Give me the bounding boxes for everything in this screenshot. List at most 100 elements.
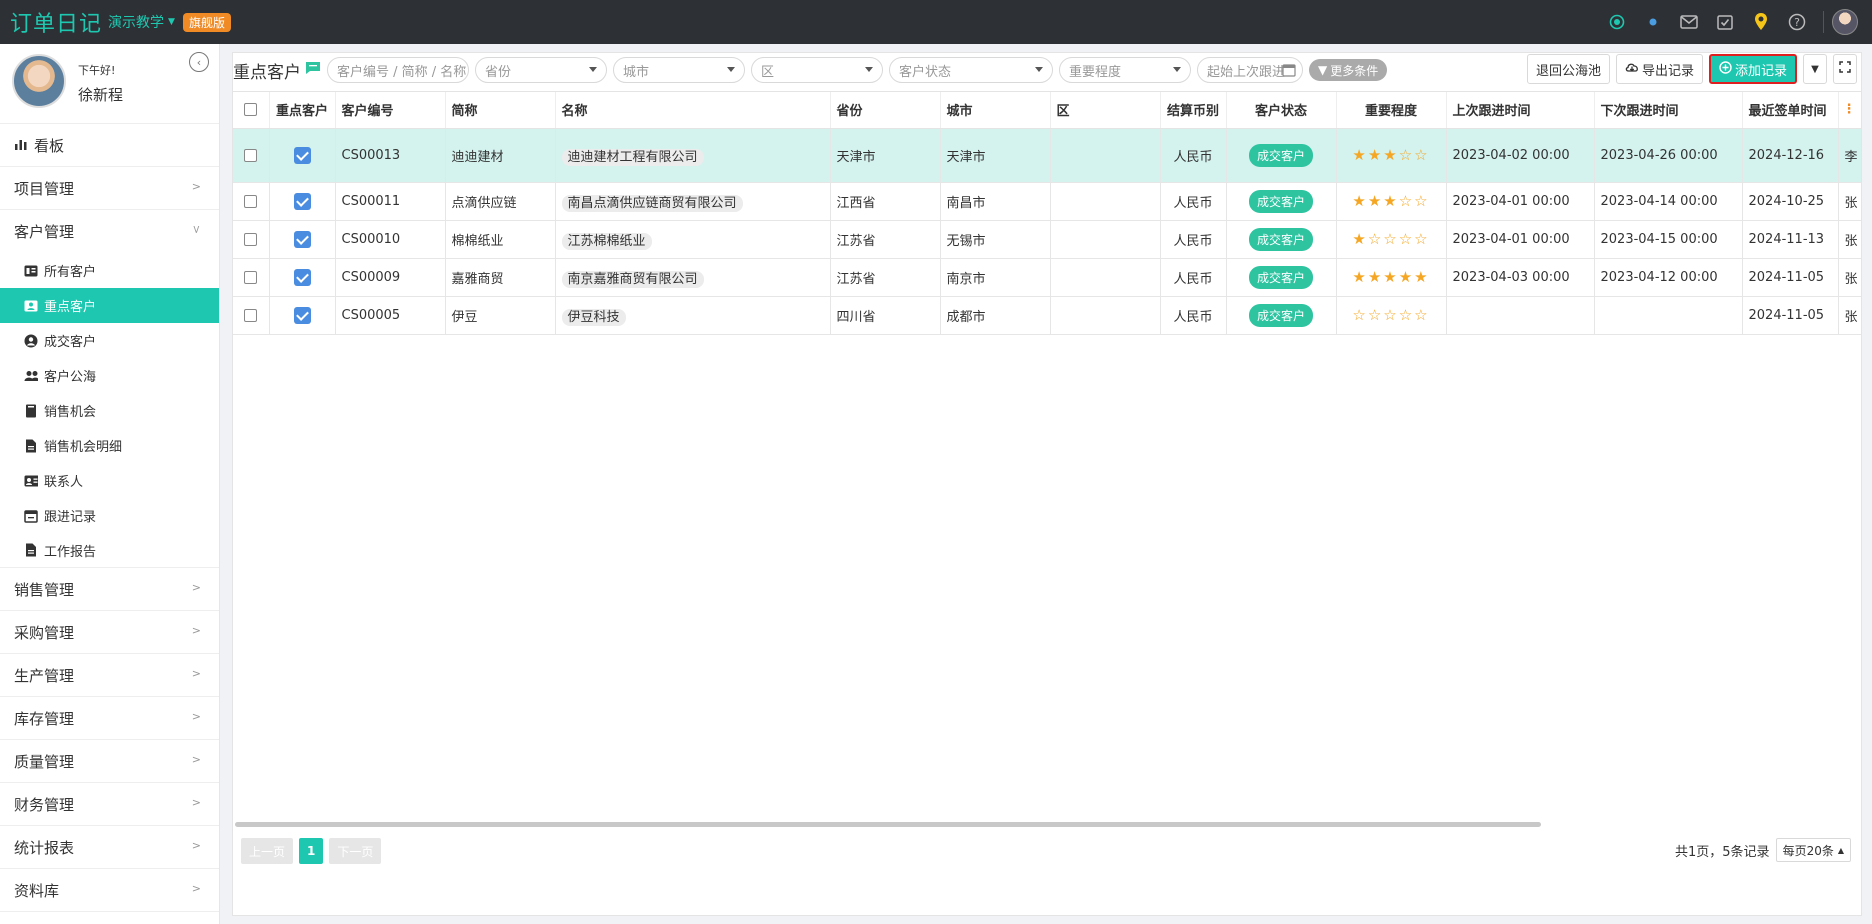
status-select[interactable]: 客户状态 bbox=[889, 57, 1053, 83]
row-checkbox[interactable] bbox=[244, 148, 258, 162]
sidebar-sub-followups[interactable]: 跟进记录 bbox=[0, 498, 219, 533]
next-page-button[interactable]: 下一页 bbox=[329, 838, 382, 864]
column-header[interactable]: 名称 bbox=[555, 92, 831, 129]
table-row[interactable]: CS00010 棉棉纸业 江苏棉棉纸业 江苏省 无锡市 人民币 成交客户 ★☆☆☆☆ 2023-… bbox=[233, 220, 1861, 259]
column-settings-icon[interactable]: ⋮ bbox=[1843, 102, 1856, 117]
column-header[interactable]: 重要程度 bbox=[1336, 92, 1447, 129]
star-rating[interactable]: ★☆☆☆☆ bbox=[1352, 230, 1429, 248]
key-customer-cell[interactable] bbox=[269, 182, 336, 221]
date-range-input[interactable]: 起始上次跟进 bbox=[1197, 57, 1303, 83]
sidebar-item-projects[interactable]: 项目管理 > bbox=[0, 167, 219, 210]
sidebar-item-inventory[interactable]: 库存管理 > bbox=[0, 697, 219, 740]
city-select[interactable]: 城市 bbox=[613, 57, 745, 83]
star-rating[interactable]: ☆☆☆☆☆ bbox=[1352, 306, 1429, 324]
table-row[interactable]: CS00009 嘉雅商贸 南京嘉雅商贸有限公司 江苏省 南京市 人民币 成交客户 ★★★★★ 2… bbox=[233, 258, 1861, 297]
row-select-cell[interactable] bbox=[233, 220, 270, 259]
export-button[interactable]: 导出记录 bbox=[1615, 54, 1703, 84]
key-customer-checkbox[interactable] bbox=[293, 146, 311, 164]
sidebar-item-purchasing[interactable]: 采购管理 > bbox=[0, 611, 219, 654]
location-pin-icon[interactable] bbox=[1743, 0, 1779, 44]
sidebar-sub-key-customers[interactable]: 重点客户 bbox=[0, 288, 219, 323]
prev-page-button[interactable]: 上一页 bbox=[241, 838, 294, 864]
key-customer-checkbox[interactable] bbox=[293, 192, 311, 210]
sidebar-sub-all-customers[interactable]: 所有客户 bbox=[0, 253, 219, 288]
column-header[interactable]: 客户状态 bbox=[1226, 92, 1337, 129]
column-header-overflow[interactable]: ⋮ bbox=[1838, 92, 1861, 129]
column-header[interactable]: 省份 bbox=[830, 92, 941, 129]
row-select-cell[interactable] bbox=[233, 128, 270, 183]
page-size-select[interactable]: 每页20条 ▲ bbox=[1775, 838, 1851, 862]
key-customer-checkbox[interactable] bbox=[293, 230, 311, 248]
mail-icon[interactable] bbox=[1671, 0, 1707, 44]
sidebar-sub-sales-opps[interactable]: 销售机会 bbox=[0, 393, 219, 428]
comment-flag-icon[interactable] bbox=[305, 60, 321, 80]
column-header[interactable]: 最近签单时间 bbox=[1742, 92, 1839, 129]
row-checkbox[interactable] bbox=[244, 232, 258, 246]
province-select[interactable]: 省份 bbox=[475, 57, 607, 83]
sidebar-sub-work-reports[interactable]: 工作报告 bbox=[0, 533, 219, 568]
sidebar-item-dashboard[interactable]: 看板 bbox=[0, 124, 219, 167]
table-row[interactable]: CS00005 伊豆 伊豆科技 四川省 成都市 人民币 成交客户 ☆☆☆☆☆ 2024-11-0… bbox=[233, 296, 1861, 335]
star-rating[interactable]: ★★★☆☆ bbox=[1352, 146, 1429, 164]
row-select-cell[interactable] bbox=[233, 296, 270, 335]
column-header[interactable]: 重点客户 bbox=[269, 92, 336, 129]
key-customer-checkbox[interactable] bbox=[293, 268, 311, 286]
search-input[interactable]: 客户编号 / 简称 / 名称 bbox=[327, 57, 469, 83]
collapse-sidebar-icon[interactable]: ‹ bbox=[189, 52, 209, 72]
checkbox[interactable] bbox=[244, 103, 258, 117]
name-tag[interactable]: 江苏棉棉纸业 bbox=[561, 232, 652, 250]
sidebar-item-customers[interactable]: 客户管理 > bbox=[0, 210, 219, 253]
return-pool-button[interactable]: 退回公海池 bbox=[1526, 54, 1610, 84]
sidebar-item-quality[interactable]: 质量管理 > bbox=[0, 740, 219, 783]
column-header[interactable]: 下次跟进时间 bbox=[1594, 92, 1743, 129]
district-select[interactable]: 区 bbox=[751, 57, 883, 83]
column-header[interactable]: 结算币别 bbox=[1160, 92, 1227, 129]
key-customer-cell[interactable] bbox=[269, 258, 336, 297]
sidebar-item-library[interactable]: 资料库 > bbox=[0, 869, 219, 912]
table-row[interactable]: CS00013 迪迪建材 迪迪建材工程有限公司 天津市 天津市 人民币 成交客户 ★★★☆☆ 2… bbox=[233, 128, 1861, 183]
key-customer-cell[interactable] bbox=[269, 128, 336, 183]
row-select-cell[interactable] bbox=[233, 182, 270, 221]
more-filters-button[interactable]: ▼ 更多条件 bbox=[1309, 59, 1388, 81]
add-options-dropdown[interactable]: ▼ bbox=[1803, 54, 1827, 84]
key-customer-checkbox[interactable] bbox=[293, 306, 311, 324]
row-select-cell[interactable] bbox=[233, 258, 270, 297]
column-header[interactable]: 区 bbox=[1050, 92, 1161, 129]
star-rating[interactable]: ★★★☆☆ bbox=[1352, 192, 1429, 210]
sidebar-item-reports[interactable]: 统计报表 > bbox=[0, 826, 219, 869]
row-checkbox[interactable] bbox=[244, 194, 258, 208]
column-header[interactable]: 上次跟进时间 bbox=[1446, 92, 1595, 129]
sidebar-item-sales[interactable]: 销售管理 > bbox=[0, 568, 219, 611]
row-checkbox[interactable] bbox=[244, 308, 258, 322]
task-check-icon[interactable] bbox=[1707, 0, 1743, 44]
column-header[interactable]: 简称 bbox=[445, 92, 556, 129]
table-row[interactable]: CS00011 点滴供应链 南昌点滴供应链商贸有限公司 江西省 南昌市 人民币 成交客户 ★★… bbox=[233, 182, 1861, 221]
fullscreen-button[interactable] bbox=[1833, 54, 1857, 84]
sidebar-sub-sales-opp-details[interactable]: 销售机会明细 bbox=[0, 428, 219, 463]
help-icon[interactable]: ? bbox=[1779, 0, 1815, 44]
name-tag[interactable]: 迪迪建材工程有限公司 bbox=[561, 148, 704, 166]
user-avatar[interactable] bbox=[1832, 9, 1858, 35]
add-record-button[interactable]: 添加记录 bbox=[1708, 54, 1797, 84]
column-header[interactable]: 城市 bbox=[940, 92, 1051, 129]
select-all-checkbox[interactable] bbox=[233, 92, 270, 129]
page-number-button[interactable]: 1 bbox=[299, 838, 324, 864]
name-tag[interactable]: 南昌点滴供应链商贸有限公司 bbox=[561, 194, 743, 212]
horizontal-scrollbar[interactable] bbox=[235, 822, 1541, 827]
row-checkbox[interactable] bbox=[244, 270, 258, 284]
name-tag[interactable]: 南京嘉雅商贸有限公司 bbox=[561, 270, 704, 288]
avatar[interactable] bbox=[12, 54, 66, 108]
app-logo[interactable]: 订单日记 bbox=[10, 6, 102, 38]
sidebar-sub-deal-customers[interactable]: 成交客户 bbox=[0, 323, 219, 358]
importance-select[interactable]: 重要程度 bbox=[1059, 57, 1191, 83]
sidebar-sub-customer-pool[interactable]: 客户公海 bbox=[0, 358, 219, 393]
column-header[interactable]: 客户编号 bbox=[335, 92, 446, 129]
key-customer-cell[interactable] bbox=[269, 220, 336, 259]
sidebar-item-finance[interactable]: 财务管理 > bbox=[0, 783, 219, 826]
key-customer-cell[interactable] bbox=[269, 296, 336, 335]
org-switcher[interactable]: 演示教学 ▼ bbox=[108, 12, 175, 32]
star-rating[interactable]: ★★★★★ bbox=[1352, 268, 1429, 286]
notification-dot-icon[interactable] bbox=[1635, 0, 1671, 44]
sidebar-sub-contacts[interactable]: 联系人 bbox=[0, 463, 219, 498]
sidebar-item-production[interactable]: 生产管理 > bbox=[0, 654, 219, 697]
